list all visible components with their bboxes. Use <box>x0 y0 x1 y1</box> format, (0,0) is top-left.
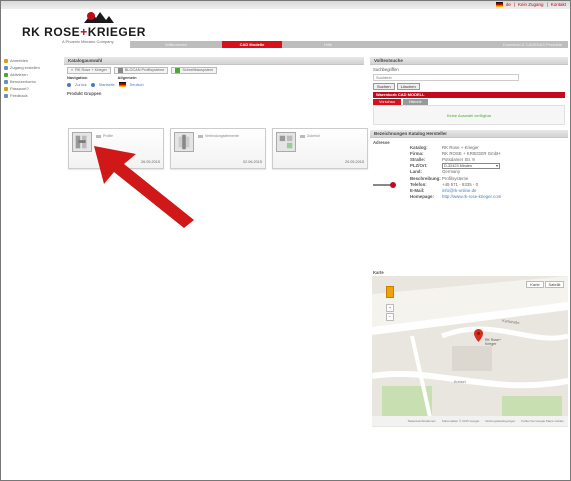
map-footer-link[interactable]: Tastenkombinationen <box>408 419 436 423</box>
plz-label: PLZ/Ort: <box>410 163 428 169</box>
zoom-in-button[interactable]: + <box>386 304 394 312</box>
section-general: Allgemein <box>117 75 137 80</box>
top-links: de | Kein Zugang | Kontakt <box>495 2 566 7</box>
separator: | <box>546 2 548 7</box>
sidebar-item-account[interactable]: Benutzerkonto <box>4 78 54 85</box>
folder-icon <box>96 134 101 138</box>
main-nav: Willkommen CAD Modelle Hilfe Download & … <box>130 41 568 48</box>
home-icon <box>90 82 95 87</box>
street-view-pegman-icon[interactable] <box>386 286 394 298</box>
cad-cart-bar: Warenkorb CAD MODELL <box>373 92 565 98</box>
lang-code[interactable]: de <box>506 2 511 7</box>
red-arrow-annotation <box>94 146 194 228</box>
separator: | <box>513 2 516 7</box>
sidebar: Anmelden Zugang erstellen Aktivieren Ben… <box>4 57 54 99</box>
card-date: 02.06.2015 <box>242 160 262 164</box>
plz-select[interactable]: D-32423 Minden ▾ <box>442 162 500 169</box>
link-contact[interactable]: Kontakt <box>551 2 566 7</box>
user-add-icon <box>4 65 8 70</box>
address-table: Katalog: RK Rose + Krieger Firma: RK ROSE … <box>410 144 502 200</box>
map-footer-link[interactable]: Fehler bei Google Maps melden <box>521 419 564 423</box>
search-button[interactable]: Suchen <box>373 83 395 90</box>
map-pin-icon[interactable] <box>474 329 483 342</box>
cart-content: Keine Auswahl verfügbar <box>373 105 565 125</box>
vendor-address: Adresse Katalog: RK Rose + Krieger Firma:… <box>370 138 568 243</box>
search-header: Volltextsuche <box>370 57 568 65</box>
search-buttons: Suchen Löschen <box>370 81 568 92</box>
map-footer: Tastenkombinationen Kartendaten © 2015 G… <box>372 416 568 426</box>
card-title: Zubehör <box>307 134 321 138</box>
chevron-down-icon: ▾ <box>495 162 498 168</box>
groups-header: Produkt Gruppen <box>67 91 102 96</box>
map-footer-link[interactable]: Nutzungsbedingungen <box>485 419 515 423</box>
catalog-blocan-button[interactable]: BLOCAN Profilsysteme <box>113 66 169 74</box>
street-label: Kreisel <box>454 380 466 384</box>
catalog-header: Katalogauswahl <box>64 57 364 65</box>
link-home[interactable]: Startseite <box>99 83 115 87</box>
brand-subtitle: A Phoenix Mecano Company <box>62 39 114 44</box>
location-map[interactable]: Karte Satellit + − RK Rose+ Krieger Karl… <box>372 276 568 427</box>
email-link[interactable]: info@rk-online.de <box>442 188 476 193</box>
search-label: Suchbegriffen <box>373 67 399 72</box>
link-back[interactable]: Zurück <box>75 83 87 87</box>
card-date: 20.05.2015 <box>344 160 364 164</box>
check-icon <box>4 72 8 77</box>
zoom-out-button[interactable]: − <box>386 313 394 321</box>
map-type-satellite-button[interactable]: Satellit <box>545 281 564 288</box>
map-type-map-button[interactable]: Karte <box>526 281 544 288</box>
top-bar: de | Kein Zugang | Kontakt <box>1 1 570 9</box>
folder-icon <box>300 134 305 138</box>
tab-cad-models[interactable]: CAD Modelle <box>222 41 282 48</box>
catalog-quick-button[interactable]: Schnellbausystem <box>171 66 218 74</box>
link-no-access[interactable]: Kein Zugang <box>518 2 544 7</box>
catalog-panel: Katalogauswahl «RK Rose + Krieger BLOCAN… <box>64 57 364 98</box>
group-card-accessories[interactable]: Zubehör 20.05.2015 <box>272 128 368 169</box>
map-tiles <box>372 276 568 427</box>
back-arrow-icon: « <box>71 67 74 72</box>
german-flag-icon <box>118 82 126 87</box>
sidebar-item-activate[interactable]: Aktivieren <box>4 71 54 78</box>
catalog-toolbar: «RK Rose + Krieger BLOCAN Profilsysteme … <box>64 65 364 75</box>
tab-welcome[interactable]: Willkommen <box>146 41 206 48</box>
sidebar-item-register[interactable]: Zugang erstellen <box>4 64 54 71</box>
phoenix-logo-icon <box>84 12 114 23</box>
cart-message: Keine Auswahl verfügbar <box>446 113 492 118</box>
folder-icon <box>198 134 203 138</box>
sidebar-item-feedback[interactable]: Feedback <box>4 92 54 99</box>
profile-icon <box>117 67 123 73</box>
tab-help[interactable]: Hilfe <box>298 41 358 48</box>
key-icon <box>4 86 8 91</box>
catalog-nav-links: Zurück Startseite Deutsch <box>64 80 364 89</box>
back-icon <box>67 82 71 87</box>
login-icon <box>4 58 8 63</box>
profiles-thumbnail-icon <box>72 132 92 152</box>
section-navigation: Navigation <box>67 75 88 80</box>
pin-label: RK Rose+ Krieger <box>485 338 502 346</box>
card-title: Verbindungselemente <box>205 134 239 138</box>
account-icon <box>4 79 8 84</box>
logo[interactable]: RK ROSE+KRIEGER A Phoenix Mecano Company <box>22 10 152 44</box>
map-footer-text: Kartendaten © 2015 Google <box>441 419 480 423</box>
link-language[interactable]: Deutsch <box>130 83 144 87</box>
search-input[interactable] <box>373 74 519 81</box>
homepage-link[interactable]: http://www.rk-rose-krieger.com <box>442 194 501 199</box>
card-title: Profile <box>103 134 113 138</box>
vendor-header: Bezeichnungen Katalog Hersteller <box>370 130 568 138</box>
right-panel: Volltextsuche Suchbegriffen Suchen Lösch… <box>370 57 568 275</box>
clear-button[interactable]: Löschen <box>396 83 420 90</box>
feedback-icon <box>4 93 8 98</box>
rk-mini-logo-icon <box>373 182 396 188</box>
sidebar-item-login[interactable]: Anmelden <box>4 57 54 64</box>
nav-right-text: Download & CADENAS Produkte <box>502 42 562 47</box>
system-icon <box>175 67 181 73</box>
german-flag-icon[interactable] <box>495 2 503 7</box>
brand-name: RK ROSE+KRIEGER <box>22 25 146 39</box>
catalog-rk-button[interactable]: «RK Rose + Krieger <box>67 66 111 74</box>
sidebar-item-password[interactable]: Passwort? <box>4 85 54 92</box>
accessories-thumbnail-icon <box>276 132 296 152</box>
